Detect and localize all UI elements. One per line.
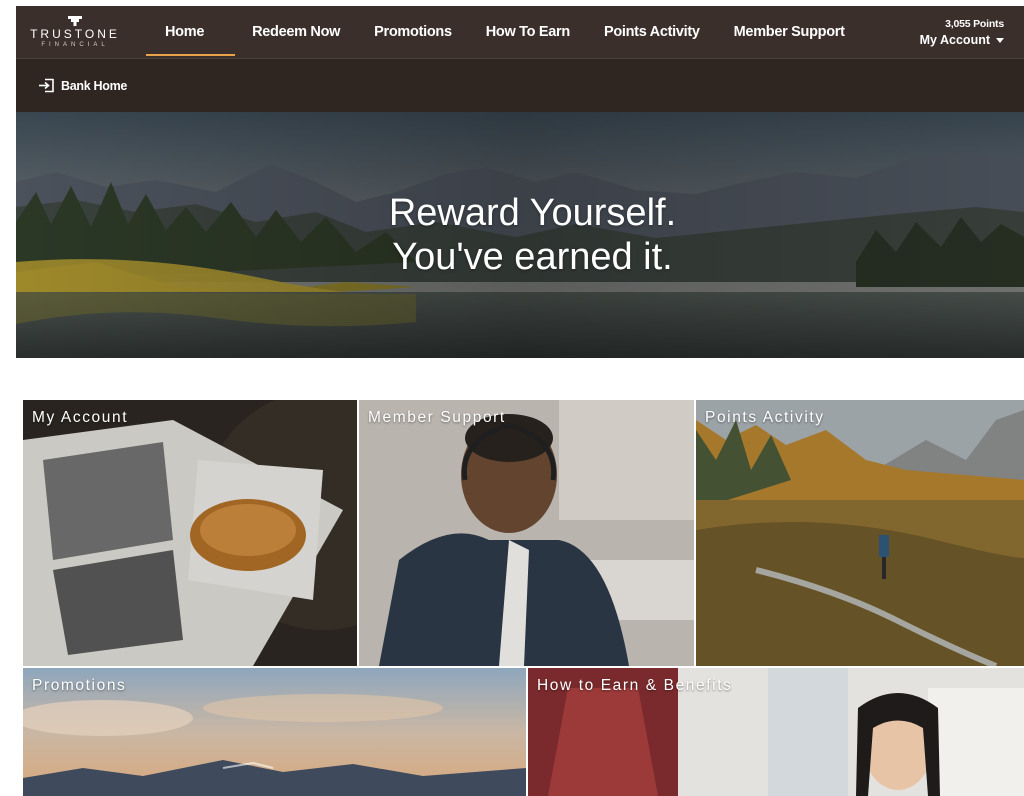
hero-line-1: Reward Yourself. bbox=[388, 192, 677, 234]
tile-points-activity[interactable]: Points Activity bbox=[696, 400, 1024, 666]
tile-member-support-image bbox=[359, 400, 694, 666]
my-account-dropdown[interactable]: My Account bbox=[920, 33, 1004, 47]
nav-item-how-to-earn[interactable]: How To Earn bbox=[469, 6, 587, 58]
top-navigation: TRUSTONE FINANCIAL Home Redeem Now Promo… bbox=[16, 6, 1024, 58]
tile-how-to-earn-benefits[interactable]: How to Earn & Benefits bbox=[528, 668, 1024, 796]
nav-item-redeem-now[interactable]: Redeem Now bbox=[235, 6, 357, 58]
tile-my-account-label: My Account bbox=[32, 409, 129, 426]
nav-item-promotions[interactable]: Promotions bbox=[357, 6, 469, 58]
hero-banner: Reward Yourself. You've earned it. bbox=[16, 112, 1024, 358]
main-nav: Home Redeem Now Promotions How To Earn P… bbox=[134, 6, 862, 58]
rewards-home-page: TRUSTONE FINANCIAL Home Redeem Now Promo… bbox=[0, 0, 1024, 796]
bank-home-link[interactable]: Bank Home bbox=[38, 78, 127, 93]
nav-item-member-support[interactable]: Member Support bbox=[717, 6, 862, 58]
tile-my-account-image bbox=[23, 400, 357, 666]
caret-down-icon bbox=[996, 38, 1004, 43]
sign-in-icon bbox=[39, 78, 54, 93]
hero-line-2: You've earned it. bbox=[392, 236, 673, 278]
tile-points-activity-label: Points Activity bbox=[705, 409, 825, 426]
nav-item-points-activity[interactable]: Points Activity bbox=[587, 6, 717, 58]
sub-navigation: Bank Home bbox=[16, 58, 1024, 112]
trustone-logo-mark-icon bbox=[68, 15, 82, 26]
account-menu: 3,055 Points My Account bbox=[920, 17, 1024, 47]
nav-item-home[interactable]: Home bbox=[134, 6, 236, 58]
tile-promotions[interactable]: Promotions bbox=[23, 668, 526, 796]
tile-my-account[interactable]: My Account bbox=[23, 400, 357, 666]
tile-how-to-earn-label: How to Earn & Benefits bbox=[537, 677, 733, 694]
brand-subname: FINANCIAL bbox=[41, 41, 109, 48]
tile-member-support-label: Member Support bbox=[368, 409, 506, 426]
points-balance: 3,055 Points bbox=[945, 17, 1004, 30]
hero-headline: Reward Yourself. You've earned it. bbox=[16, 191, 1024, 279]
tile-member-support[interactable]: Member Support bbox=[359, 400, 694, 666]
brand-name: TRUSTONE bbox=[30, 26, 120, 41]
brand-logo[interactable]: TRUSTONE FINANCIAL bbox=[16, 6, 134, 58]
tile-promotions-label: Promotions bbox=[32, 677, 127, 694]
bank-home-label: Bank Home bbox=[61, 78, 128, 93]
my-account-label: My Account bbox=[919, 32, 990, 47]
tile-points-activity-image bbox=[696, 400, 1024, 666]
